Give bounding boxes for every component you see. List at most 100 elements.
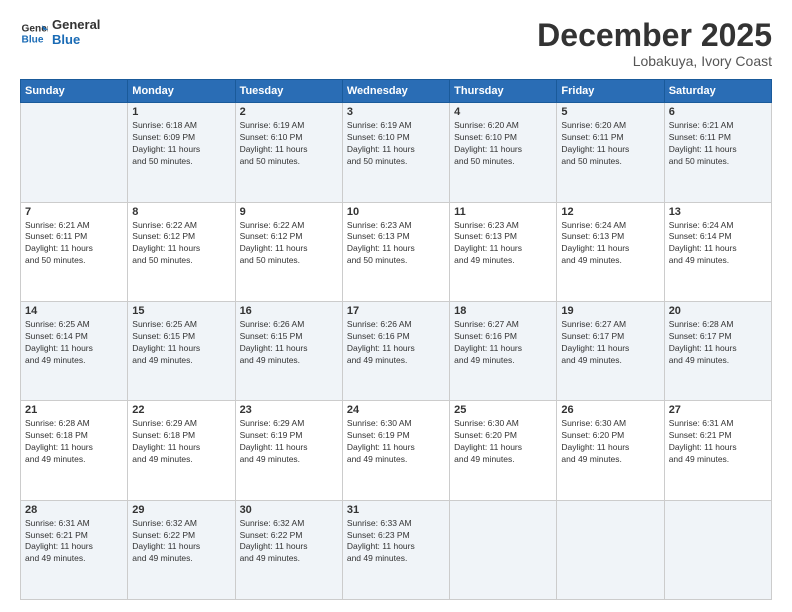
svg-text:Blue: Blue [22, 34, 44, 45]
day-number: 6 [669, 106, 767, 118]
day-number: 8 [132, 206, 230, 218]
header: General Blue General Blue December 2025 … [20, 18, 772, 69]
location: Lobakuya, Ivory Coast [537, 53, 772, 69]
day-info: Sunrise: 6:28 AM Sunset: 6:18 PM Dayligh… [25, 418, 123, 466]
calendar-table: SundayMondayTuesdayWednesdayThursdayFrid… [20, 79, 772, 600]
page: General Blue General Blue December 2025 … [0, 0, 792, 612]
calendar-header-tuesday: Tuesday [235, 80, 342, 103]
day-number: 14 [25, 305, 123, 317]
day-number: 18 [454, 305, 552, 317]
calendar-cell: 19 Sunrise: 6:27 AM Sunset: 6:17 PM Dayli… [557, 301, 664, 400]
logo-icon: General Blue [20, 19, 48, 47]
day-number: 4 [454, 106, 552, 118]
calendar-week-row: 14 Sunrise: 6:25 AM Sunset: 6:14 PM Dayli… [21, 301, 772, 400]
day-number: 19 [561, 305, 659, 317]
day-number: 11 [454, 206, 552, 218]
day-info: Sunrise: 6:29 AM Sunset: 6:18 PM Dayligh… [132, 418, 230, 466]
calendar-cell: 29Sunrise: 6:32 AM Sunset: 6:22 PM Dayli… [128, 500, 235, 599]
calendar-cell: 9 Sunrise: 6:22 AM Sunset: 6:12 PM Daylig… [235, 202, 342, 301]
day-info: Sunrise: 6:32 AM Sunset: 6:22 PM Dayligh… [132, 518, 230, 566]
day-info: Sunrise: 6:30 AM Sunset: 6:20 PM Dayligh… [561, 418, 659, 466]
day-number: 3 [347, 106, 445, 118]
calendar-cell [557, 500, 664, 599]
day-number: 28 [25, 504, 123, 516]
month-title: December 2025 [537, 18, 772, 53]
day-info: Sunrise: 6:26 AM Sunset: 6:16 PM Dayligh… [347, 319, 445, 367]
calendar-cell: 17Sunrise: 6:26 AM Sunset: 6:16 PM Dayli… [342, 301, 449, 400]
calendar-cell [21, 103, 128, 202]
day-info: Sunrise: 6:33 AM Sunset: 6:23 PM Dayligh… [347, 518, 445, 566]
calendar-week-row: 21 Sunrise: 6:28 AM Sunset: 6:18 PM Dayli… [21, 401, 772, 500]
calendar-cell: 25Sunrise: 6:30 AM Sunset: 6:20 PM Dayli… [450, 401, 557, 500]
calendar-header-wednesday: Wednesday [342, 80, 449, 103]
calendar-cell: 16 Sunrise: 6:26 AM Sunset: 6:15 PM Dayli… [235, 301, 342, 400]
day-info: Sunrise: 6:22 AM Sunset: 6:12 PM Dayligh… [132, 220, 230, 268]
calendar-cell: 18 Sunrise: 6:27 AM Sunset: 6:16 PM Dayli… [450, 301, 557, 400]
day-info: Sunrise: 6:27 AM Sunset: 6:17 PM Dayligh… [561, 319, 659, 367]
day-number: 2 [240, 106, 338, 118]
day-number: 20 [669, 305, 767, 317]
logo: General Blue General Blue [20, 18, 100, 48]
logo-line1: General [52, 18, 100, 33]
calendar-cell: 24Sunrise: 6:30 AM Sunset: 6:19 PM Dayli… [342, 401, 449, 500]
calendar-cell: 27Sunrise: 6:31 AM Sunset: 6:21 PM Dayli… [664, 401, 771, 500]
day-info: Sunrise: 6:30 AM Sunset: 6:20 PM Dayligh… [454, 418, 552, 466]
calendar-cell [450, 500, 557, 599]
day-number: 21 [25, 404, 123, 416]
day-info: Sunrise: 6:21 AM Sunset: 6:11 PM Dayligh… [25, 220, 123, 268]
calendar-cell: 5 Sunrise: 6:20 AM Sunset: 6:11 PM Daylig… [557, 103, 664, 202]
calendar-header-row: SundayMondayTuesdayWednesdayThursdayFrid… [21, 80, 772, 103]
day-info: Sunrise: 6:20 AM Sunset: 6:11 PM Dayligh… [561, 120, 659, 168]
calendar-cell: 8 Sunrise: 6:22 AM Sunset: 6:12 PM Daylig… [128, 202, 235, 301]
calendar-cell: 1Sunrise: 6:18 AM Sunset: 6:09 PM Daylig… [128, 103, 235, 202]
calendar-cell: 22 Sunrise: 6:29 AM Sunset: 6:18 PM Dayli… [128, 401, 235, 500]
calendar-cell [664, 500, 771, 599]
calendar-header-thursday: Thursday [450, 80, 557, 103]
day-info: Sunrise: 6:22 AM Sunset: 6:12 PM Dayligh… [240, 220, 338, 268]
day-number: 7 [25, 206, 123, 218]
calendar-cell: 21 Sunrise: 6:28 AM Sunset: 6:18 PM Dayli… [21, 401, 128, 500]
day-number: 31 [347, 504, 445, 516]
day-number: 10 [347, 206, 445, 218]
day-number: 9 [240, 206, 338, 218]
logo-line2: Blue [52, 33, 100, 48]
day-info: Sunrise: 6:28 AM Sunset: 6:17 PM Dayligh… [669, 319, 767, 367]
calendar-cell: 30 Sunrise: 6:32 AM Sunset: 6:22 PM Dayli… [235, 500, 342, 599]
calendar-cell: 12 Sunrise: 6:24 AM Sunset: 6:13 PM Dayli… [557, 202, 664, 301]
title-block: December 2025 Lobakuya, Ivory Coast [537, 18, 772, 69]
calendar-cell: 15 Sunrise: 6:25 AM Sunset: 6:15 PM Dayli… [128, 301, 235, 400]
logo-text: General Blue [52, 18, 100, 48]
day-info: Sunrise: 6:25 AM Sunset: 6:14 PM Dayligh… [25, 319, 123, 367]
calendar-cell: 6 Sunrise: 6:21 AM Sunset: 6:11 PM Daylig… [664, 103, 771, 202]
day-info: Sunrise: 6:32 AM Sunset: 6:22 PM Dayligh… [240, 518, 338, 566]
day-number: 30 [240, 504, 338, 516]
day-number: 24 [347, 404, 445, 416]
calendar-cell: 28Sunrise: 6:31 AM Sunset: 6:21 PM Dayli… [21, 500, 128, 599]
day-info: Sunrise: 6:21 AM Sunset: 6:11 PM Dayligh… [669, 120, 767, 168]
day-number: 15 [132, 305, 230, 317]
calendar-cell: 11Sunrise: 6:23 AM Sunset: 6:13 PM Dayli… [450, 202, 557, 301]
calendar-cell: 2Sunrise: 6:19 AM Sunset: 6:10 PM Daylig… [235, 103, 342, 202]
day-number: 12 [561, 206, 659, 218]
calendar-cell: 4Sunrise: 6:20 AM Sunset: 6:10 PM Daylig… [450, 103, 557, 202]
day-info: Sunrise: 6:23 AM Sunset: 6:13 PM Dayligh… [347, 220, 445, 268]
day-number: 27 [669, 404, 767, 416]
day-info: Sunrise: 6:27 AM Sunset: 6:16 PM Dayligh… [454, 319, 552, 367]
day-info: Sunrise: 6:19 AM Sunset: 6:10 PM Dayligh… [347, 120, 445, 168]
calendar-header-monday: Monday [128, 80, 235, 103]
day-info: Sunrise: 6:25 AM Sunset: 6:15 PM Dayligh… [132, 319, 230, 367]
day-info: Sunrise: 6:18 AM Sunset: 6:09 PM Dayligh… [132, 120, 230, 168]
day-number: 5 [561, 106, 659, 118]
calendar-cell: 3 Sunrise: 6:19 AM Sunset: 6:10 PM Daylig… [342, 103, 449, 202]
day-number: 22 [132, 404, 230, 416]
day-number: 26 [561, 404, 659, 416]
calendar-cell: 10 Sunrise: 6:23 AM Sunset: 6:13 PM Dayli… [342, 202, 449, 301]
day-number: 16 [240, 305, 338, 317]
day-info: Sunrise: 6:29 AM Sunset: 6:19 PM Dayligh… [240, 418, 338, 466]
day-info: Sunrise: 6:24 AM Sunset: 6:13 PM Dayligh… [561, 220, 659, 268]
day-info: Sunrise: 6:26 AM Sunset: 6:15 PM Dayligh… [240, 319, 338, 367]
calendar-week-row: 7 Sunrise: 6:21 AM Sunset: 6:11 PM Daylig… [21, 202, 772, 301]
day-number: 13 [669, 206, 767, 218]
calendar-cell: 26 Sunrise: 6:30 AM Sunset: 6:20 PM Dayli… [557, 401, 664, 500]
calendar-header-sunday: Sunday [21, 80, 128, 103]
